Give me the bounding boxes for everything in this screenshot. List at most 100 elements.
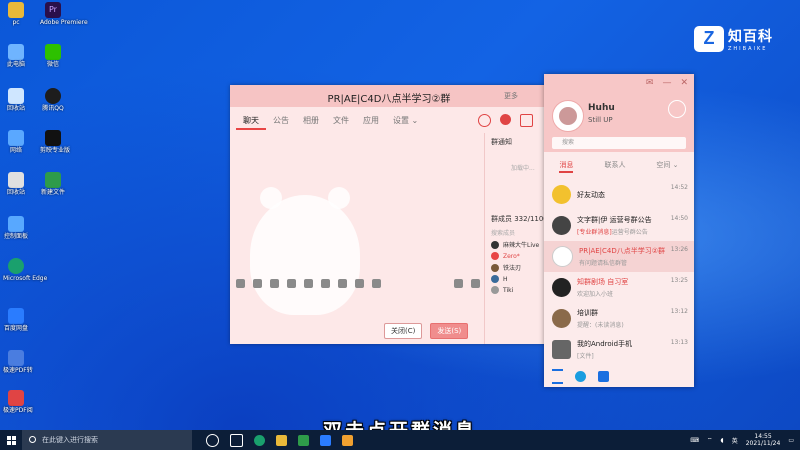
send-button[interactable]: 发送(S) — [430, 323, 469, 339]
cloud-icon — [8, 308, 24, 324]
group-notice-loading: 加载中... — [511, 165, 535, 172]
system-tray: ⌨ ⌔ ◖ 英 14:55 2021/11/24 ▭ — [690, 433, 800, 447]
spreadsheet-icon — [45, 172, 61, 188]
edge-icon[interactable] — [254, 434, 265, 446]
profile-name: Huhu — [588, 103, 615, 113]
member-search[interactable]: 搜索成员 — [491, 228, 548, 237]
desktop-icon-baidu[interactable]: 百度网盘 — [3, 308, 29, 332]
add-icon[interactable] — [500, 114, 511, 125]
network-tray-icon[interactable]: ⌔ — [707, 436, 713, 444]
conversation-item[interactable]: 知群剧场 自习室 欢迎加入小班 13:25 — [544, 272, 694, 303]
desktop-icon-network[interactable]: 网络 — [3, 130, 29, 154]
weather-sun-icon[interactable] — [668, 100, 686, 118]
add-friend-icon[interactable] — [575, 370, 586, 382]
conversation-item[interactable]: 文字群|伊 运营号群公告 [专业群消息]运营号群公告 14:50 — [544, 210, 694, 241]
qq-profile-header: ✉ — ✕ Huhu Still UP 搜索 — [544, 74, 694, 152]
keyboard-icon[interactable]: ⌨ — [690, 437, 699, 444]
gif-icon[interactable] — [253, 279, 262, 288]
tab-space[interactable]: 空间 ⌄ — [656, 160, 678, 173]
qq-taskbar-icon[interactable] — [342, 434, 353, 446]
conversation-item[interactable]: 培训群 提醒：(未读消息) 13:12 — [544, 303, 694, 334]
member-item[interactable]: Zero* — [491, 252, 548, 260]
group-chat-titlebar[interactable]: PR|AE|C4D八点半学习②群 更多 — [230, 85, 548, 107]
app-manager-icon[interactable] — [598, 370, 609, 382]
menu-icon[interactable] — [552, 368, 563, 384]
phone-call-icon[interactable] — [478, 114, 491, 127]
desktop-icon-edge[interactable]: Microsoft Edge — [3, 258, 47, 282]
expand-icon[interactable] — [454, 279, 463, 288]
tab-contacts[interactable]: 联系人 — [604, 160, 625, 173]
profile-signature[interactable]: Still UP — [588, 116, 613, 124]
desktop-icon-pc[interactable]: pc — [3, 2, 29, 26]
member-item[interactable]: H — [491, 275, 548, 283]
tab-apps[interactable]: 应用 — [356, 113, 386, 130]
more-button[interactable]: 更多 — [504, 91, 518, 101]
document-icon[interactable] — [304, 279, 313, 288]
desktop-icon-this-pc[interactable]: 此电脑 — [3, 44, 29, 68]
mute-icon[interactable] — [355, 279, 364, 288]
avatar — [491, 252, 499, 260]
tab-album[interactable]: 相册 — [296, 113, 326, 130]
music-icon[interactable] — [321, 279, 330, 288]
member-item[interactable]: Tiki — [491, 286, 548, 294]
avatar — [491, 275, 499, 283]
input-toolbar — [236, 279, 480, 288]
tab-chat[interactable]: 聊天 — [236, 113, 266, 130]
tab-messages[interactable]: 消息 — [559, 160, 574, 173]
member-item[interactable]: 铁法刃 — [491, 263, 548, 272]
ime-indicator[interactable]: 英 — [732, 436, 738, 445]
watermark-en: ZHIBAIKE — [728, 46, 768, 52]
close-icon[interactable]: ✕ — [680, 78, 688, 88]
group-chat-window[interactable]: PR|AE|C4D八点半学习②群 更多 聊天 公告 相册 文件 应用 设置 ⌄ — [230, 85, 548, 344]
spreadsheet-icon[interactable] — [298, 434, 309, 446]
group-chat-tabs: 聊天 公告 相册 文件 应用 设置 ⌄ — [236, 113, 425, 130]
member-item[interactable]: 麻辣大牛Live — [491, 240, 548, 249]
store-icon[interactable] — [320, 434, 331, 446]
conversation-item-selected[interactable]: PR|AE|C4D八点半学习②群 有问题请私信群管 13:26 — [544, 241, 694, 272]
taskbar-search-input[interactable]: 在此键入进行搜索 — [22, 430, 192, 450]
history-clock-icon[interactable] — [471, 279, 480, 288]
pdf-convert-icon — [8, 350, 24, 366]
avatar — [491, 286, 499, 294]
desktop-icon-capcut[interactable]: 剪映专业版 — [40, 130, 70, 154]
emoji-icon[interactable] — [236, 279, 245, 288]
taskbar-clock[interactable]: 14:55 2021/11/24 — [746, 433, 781, 447]
group-logo-avatar — [552, 246, 573, 267]
notification-icon[interactable]: ▭ — [788, 437, 794, 444]
qq-main-panel[interactable]: ✉ — ✕ Huhu Still UP 搜索 消息 联系人 空间 ⌄ 好友动态 … — [544, 74, 694, 387]
conversation-item[interactable]: 我的Android手机 [文件] 13:13 — [544, 334, 694, 365]
mail-icon[interactable]: ✉ — [646, 78, 654, 88]
task-view-icon[interactable] — [206, 433, 219, 447]
volume-icon[interactable]: ◖ — [721, 437, 724, 444]
conversation-item[interactable]: 好友动态 14:52 — [544, 179, 694, 210]
group-notice-title: 群通知 — [491, 138, 512, 146]
calendar-icon[interactable] — [520, 114, 533, 127]
desktop-icon-premiere[interactable]: Pr Adobe Premiere — [40, 2, 88, 26]
start-button[interactable] — [0, 430, 22, 450]
contact-search-input[interactable]: 搜索 — [552, 137, 686, 149]
desktop-icon-control-panel[interactable]: 控制面板 — [3, 216, 29, 240]
screenshot-scissors-icon[interactable] — [270, 279, 279, 288]
desktop-icon-pdf-convert[interactable]: 极速PDF转 — [3, 350, 33, 374]
computer-icon — [8, 44, 24, 60]
desktop-icon-wechat[interactable]: 微信 — [40, 44, 66, 68]
tab-settings[interactable]: 设置 ⌄ — [386, 113, 425, 130]
desktop-icon-recycle[interactable]: 回收站 — [3, 88, 29, 112]
file-explorer-icon[interactable] — [276, 434, 287, 446]
close-button[interactable]: 关闭(C) — [384, 323, 423, 339]
desktop-icon-new-file[interactable]: 新建文件 — [40, 172, 66, 196]
minimize-icon[interactable]: — — [662, 78, 671, 88]
network-icon — [8, 130, 24, 146]
phone-device-icon — [552, 340, 571, 359]
tab-announcement[interactable]: 公告 — [266, 113, 296, 130]
folder-icon[interactable] — [287, 279, 296, 288]
edge-icon — [8, 258, 24, 274]
desktop-icon-pdf-reader[interactable]: 极速PDF阅 — [3, 390, 33, 414]
desktop-icon-bin[interactable]: 回收站 — [3, 172, 29, 196]
desktop-icon-qq[interactable]: 腾讯QQ — [40, 88, 66, 112]
more-dots-icon[interactable] — [372, 279, 381, 288]
multitask-icon[interactable] — [230, 433, 243, 447]
avatar[interactable] — [552, 100, 584, 132]
tab-files[interactable]: 文件 — [326, 113, 356, 130]
image-icon[interactable] — [338, 279, 347, 288]
